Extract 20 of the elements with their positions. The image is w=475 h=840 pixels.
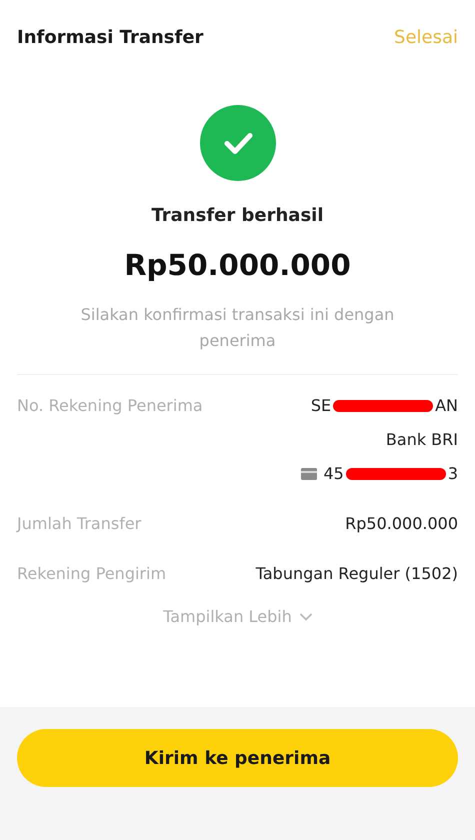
show-more-button[interactable]: Tampilkan Lebih xyxy=(159,603,316,630)
status-text: Transfer berhasil xyxy=(150,205,325,226)
done-link[interactable]: Selesai xyxy=(394,26,458,48)
page-title: Informasi Transfer xyxy=(17,26,204,48)
detail-value: 3 xyxy=(448,463,458,485)
detail-value: Tabungan Reguler (1502) xyxy=(256,563,458,585)
chevron-down-icon xyxy=(300,612,312,620)
card-icon xyxy=(301,468,318,480)
detail-label: No. Rekening Penerima xyxy=(17,395,203,417)
detail-value: AN xyxy=(435,395,458,417)
detail-value: Bank BRI xyxy=(386,429,458,451)
detail-value: 45 xyxy=(323,463,344,485)
detail-label: Rekening Pengirim xyxy=(17,563,166,585)
detail-value: Rp50.000.000 xyxy=(345,513,458,535)
amount-text: Rp50.000.000 xyxy=(123,248,352,282)
send-button[interactable]: Kirim ke penerima xyxy=(17,729,458,787)
success-check-icon xyxy=(200,105,276,181)
confirmation-note: Silakan konfirmasi transaksi ini dengan penerima xyxy=(80,304,396,352)
detail-label: Jumlah Transfer xyxy=(17,513,142,535)
detail-value: SE xyxy=(310,395,332,417)
